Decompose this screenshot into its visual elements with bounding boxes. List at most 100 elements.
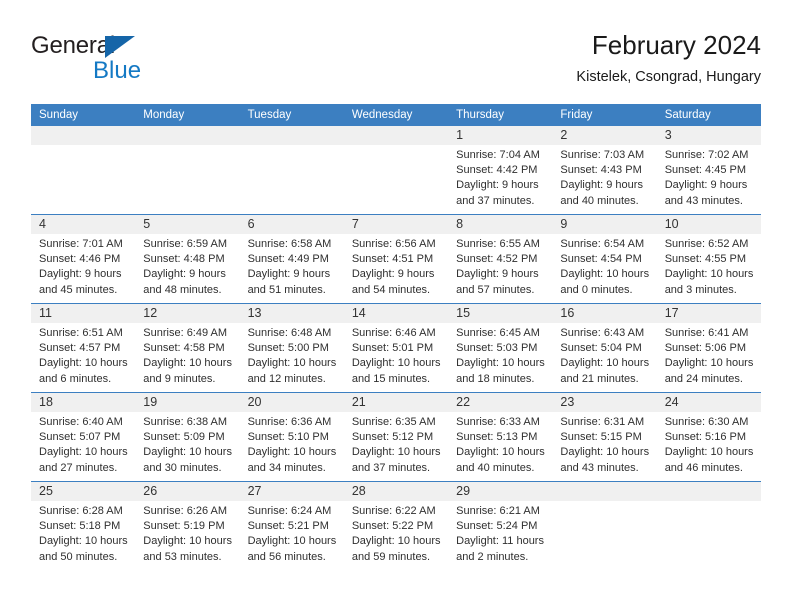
day-info-line: and 53 minutes. <box>143 550 222 563</box>
day-sun-info: Sunrise: 6:36 AM Sunset: 5:10 PM Daylight:… <box>240 412 344 476</box>
day-cell-5[interactable]: 5 Sunrise: 6:59 AM Sunset: 4:48 PM Daylight… <box>135 215 240 303</box>
day-cell-3[interactable]: 3 Sunrise: 7:02 AM Sunset: 4:45 PM Daylight… <box>656 126 761 214</box>
day-info-line: Daylight: 10 hours <box>664 268 754 281</box>
day-number-band: 3 <box>656 126 761 145</box>
day-info-line: Sunrise: 6:52 AM <box>664 238 749 250</box>
day-cell-26[interactable]: 26 Sunrise: 6:26 AM Sunset: 5:19 PM Dayligh… <box>135 482 240 570</box>
day-number: 15 <box>456 306 471 320</box>
weekday-header-wednesday: Wednesday <box>351 109 413 121</box>
brand-name-general: General <box>31 32 115 59</box>
day-number: 13 <box>247 306 262 320</box>
day-info-line: and 3 minutes. <box>664 283 737 296</box>
title-block: February 2024 Kistelek, Csongrad, Hungar… <box>576 28 761 88</box>
day-sun-info: Sunrise: 6:30 AM Sunset: 5:16 PM Daylight:… <box>657 412 761 476</box>
day-cell-23[interactable]: 23 Sunrise: 6:31 AM Sunset: 5:15 PM Dayligh… <box>552 393 657 481</box>
day-cell-12[interactable]: 12 Sunrise: 6:49 AM Sunset: 4:58 PM Dayligh… <box>135 304 240 392</box>
day-sun-info: Sunrise: 6:35 AM Sunset: 5:12 PM Daylight:… <box>344 412 448 476</box>
day-info-line: and 46 minutes. <box>664 461 743 474</box>
day-cell-7[interactable]: 7 Sunrise: 6:56 AM Sunset: 4:51 PM Daylight… <box>343 215 449 303</box>
day-info-line: Sunrise: 6:55 AM <box>456 238 540 250</box>
day-info-line: Sunset: 5:22 PM <box>351 520 434 533</box>
day-info-line: and 59 minutes. <box>351 550 431 563</box>
day-info-line: Sunset: 5:00 PM <box>247 342 329 355</box>
day-number: 8 <box>456 217 464 231</box>
day-info-line: Sunrise: 6:31 AM <box>560 416 645 428</box>
day-cell-2[interactable]: 2 Sunrise: 7:03 AM Sunset: 4:43 PM Daylight… <box>552 126 657 214</box>
day-cell-15[interactable]: 15 Sunrise: 6:45 AM Sunset: 5:03 PM Dayligh… <box>448 304 553 392</box>
day-cell-11[interactable]: 11 Sunrise: 6:51 AM Sunset: 4:57 PM Dayligh… <box>31 304 136 392</box>
day-cell-28[interactable]: 28 Sunrise: 6:22 AM Sunset: 5:22 PM Dayligh… <box>343 482 449 570</box>
day-info-line: Daylight: 9 hours <box>456 268 539 281</box>
day-sun-info <box>657 501 761 504</box>
brand-logo[interactable]: General Blue <box>31 32 291 88</box>
day-info-line: and 57 minutes. <box>456 283 535 296</box>
day-number-band: 18 <box>31 393 136 412</box>
day-info-line: Sunset: 4:48 PM <box>143 253 225 266</box>
day-cell-16[interactable]: 16 Sunrise: 6:43 AM Sunset: 5:04 PM Dayligh… <box>552 304 657 392</box>
day-info-line: Sunrise: 6:38 AM <box>143 416 228 428</box>
day-info-line: and 48 minutes. <box>143 283 222 296</box>
day-number-band <box>656 482 761 501</box>
day-info-line: Sunrise: 7:01 AM <box>39 238 123 250</box>
day-sun-info: Sunrise: 6:46 AM Sunset: 5:01 PM Daylight:… <box>344 323 448 387</box>
day-cell-22[interactable]: 22 Sunrise: 6:33 AM Sunset: 5:13 PM Dayligh… <box>448 393 553 481</box>
calendar-week-row: 25 Sunrise: 6:28 AM Sunset: 5:18 PM Dayligh… <box>31 481 761 570</box>
day-number: 19 <box>143 395 158 409</box>
day-number-band <box>239 126 344 145</box>
day-info-line: Sunrise: 6:21 AM <box>456 505 540 517</box>
day-info-line: Sunrise: 6:46 AM <box>351 327 436 339</box>
day-info-line: Daylight: 10 hours <box>351 535 441 548</box>
day-sun-info: Sunrise: 6:58 AM Sunset: 4:49 PM Daylight:… <box>240 234 344 298</box>
day-cell-20[interactable]: 20 Sunrise: 6:36 AM Sunset: 5:10 PM Dayligh… <box>239 393 344 481</box>
day-number-band: 9 <box>552 215 657 234</box>
day-cell-19[interactable]: 19 Sunrise: 6:38 AM Sunset: 5:09 PM Dayligh… <box>135 393 240 481</box>
day-number-band: 6 <box>239 215 344 234</box>
day-sun-info: Sunrise: 6:55 AM Sunset: 4:52 PM Daylight:… <box>448 234 552 298</box>
day-info-line: and 51 minutes. <box>247 283 326 296</box>
day-info-line: Sunset: 5:13 PM <box>456 431 538 444</box>
day-sun-info: Sunrise: 6:52 AM Sunset: 4:55 PM Daylight:… <box>657 234 761 298</box>
day-cell-4[interactable]: 4 Sunrise: 7:01 AM Sunset: 4:46 PM Daylight… <box>31 215 136 303</box>
day-number-band <box>31 126 136 145</box>
day-cell-25[interactable]: 25 Sunrise: 6:28 AM Sunset: 5:18 PM Dayligh… <box>31 482 136 570</box>
day-number-band: 20 <box>239 393 344 412</box>
day-sun-info: Sunrise: 6:38 AM Sunset: 5:09 PM Daylight:… <box>135 412 239 476</box>
day-info-line: Sunset: 5:07 PM <box>39 431 121 444</box>
day-cell-17[interactable]: 17 Sunrise: 6:41 AM Sunset: 5:06 PM Dayligh… <box>656 304 761 392</box>
day-cell-8[interactable]: 8 Sunrise: 6:55 AM Sunset: 4:52 PM Daylight… <box>448 215 553 303</box>
day-info-line: Sunset: 5:04 PM <box>560 342 642 355</box>
day-cell-9[interactable]: 9 Sunrise: 6:54 AM Sunset: 4:54 PM Daylight… <box>552 215 657 303</box>
day-cell-10[interactable]: 10 Sunrise: 6:52 AM Sunset: 4:55 PM Dayligh… <box>656 215 761 303</box>
day-number-band: 24 <box>656 393 761 412</box>
day-info-line: Daylight: 10 hours <box>39 535 128 548</box>
day-sun-info: Sunrise: 7:01 AM Sunset: 4:46 PM Daylight:… <box>31 234 135 298</box>
day-number: 7 <box>351 217 359 231</box>
day-cell-24[interactable]: 24 Sunrise: 6:30 AM Sunset: 5:16 PM Dayligh… <box>656 393 761 481</box>
day-cell-13[interactable]: 13 Sunrise: 6:48 AM Sunset: 5:00 PM Dayligh… <box>239 304 344 392</box>
day-sun-info: Sunrise: 6:31 AM Sunset: 5:15 PM Daylight:… <box>552 412 656 476</box>
day-cell-1[interactable]: 1 Sunrise: 7:04 AM Sunset: 4:42 PM Daylight… <box>448 126 553 214</box>
day-cell-29[interactable]: 29 Sunrise: 6:21 AM Sunset: 5:24 PM Dayligh… <box>448 482 553 570</box>
day-cell-14[interactable]: 14 Sunrise: 6:46 AM Sunset: 5:01 PM Dayligh… <box>343 304 449 392</box>
day-info-line: Sunrise: 6:24 AM <box>247 505 332 517</box>
calendar-week-row: 11 Sunrise: 6:51 AM Sunset: 4:57 PM Dayligh… <box>31 303 761 392</box>
day-info-line: and 43 minutes. <box>560 461 639 474</box>
day-info-line: Daylight: 9 hours <box>247 268 331 281</box>
day-cell-27[interactable]: 27 Sunrise: 6:24 AM Sunset: 5:21 PM Dayligh… <box>239 482 344 570</box>
day-info-line: Sunrise: 6:51 AM <box>39 327 123 339</box>
day-sun-info: Sunrise: 6:49 AM Sunset: 4:58 PM Daylight:… <box>135 323 239 387</box>
day-number: 14 <box>351 306 366 320</box>
day-sun-info: Sunrise: 6:48 AM Sunset: 5:00 PM Daylight:… <box>240 323 344 387</box>
day-number-band: 10 <box>656 215 761 234</box>
day-number-band: 8 <box>448 215 553 234</box>
day-number-band: 25 <box>31 482 136 501</box>
calendar-week-row: 18 Sunrise: 6:40 AM Sunset: 5:07 PM Dayligh… <box>31 392 761 481</box>
day-sun-info <box>552 501 656 504</box>
day-number-band: 16 <box>552 304 657 323</box>
day-cell-21[interactable]: 21 Sunrise: 6:35 AM Sunset: 5:12 PM Dayligh… <box>343 393 449 481</box>
day-info-line: Daylight: 10 hours <box>143 535 232 548</box>
day-cell-18[interactable]: 18 Sunrise: 6:40 AM Sunset: 5:07 PM Dayligh… <box>31 393 136 481</box>
day-number-band: 15 <box>448 304 553 323</box>
day-cell-6[interactable]: 6 Sunrise: 6:58 AM Sunset: 4:49 PM Daylight… <box>239 215 344 303</box>
day-number: 12 <box>143 306 158 320</box>
